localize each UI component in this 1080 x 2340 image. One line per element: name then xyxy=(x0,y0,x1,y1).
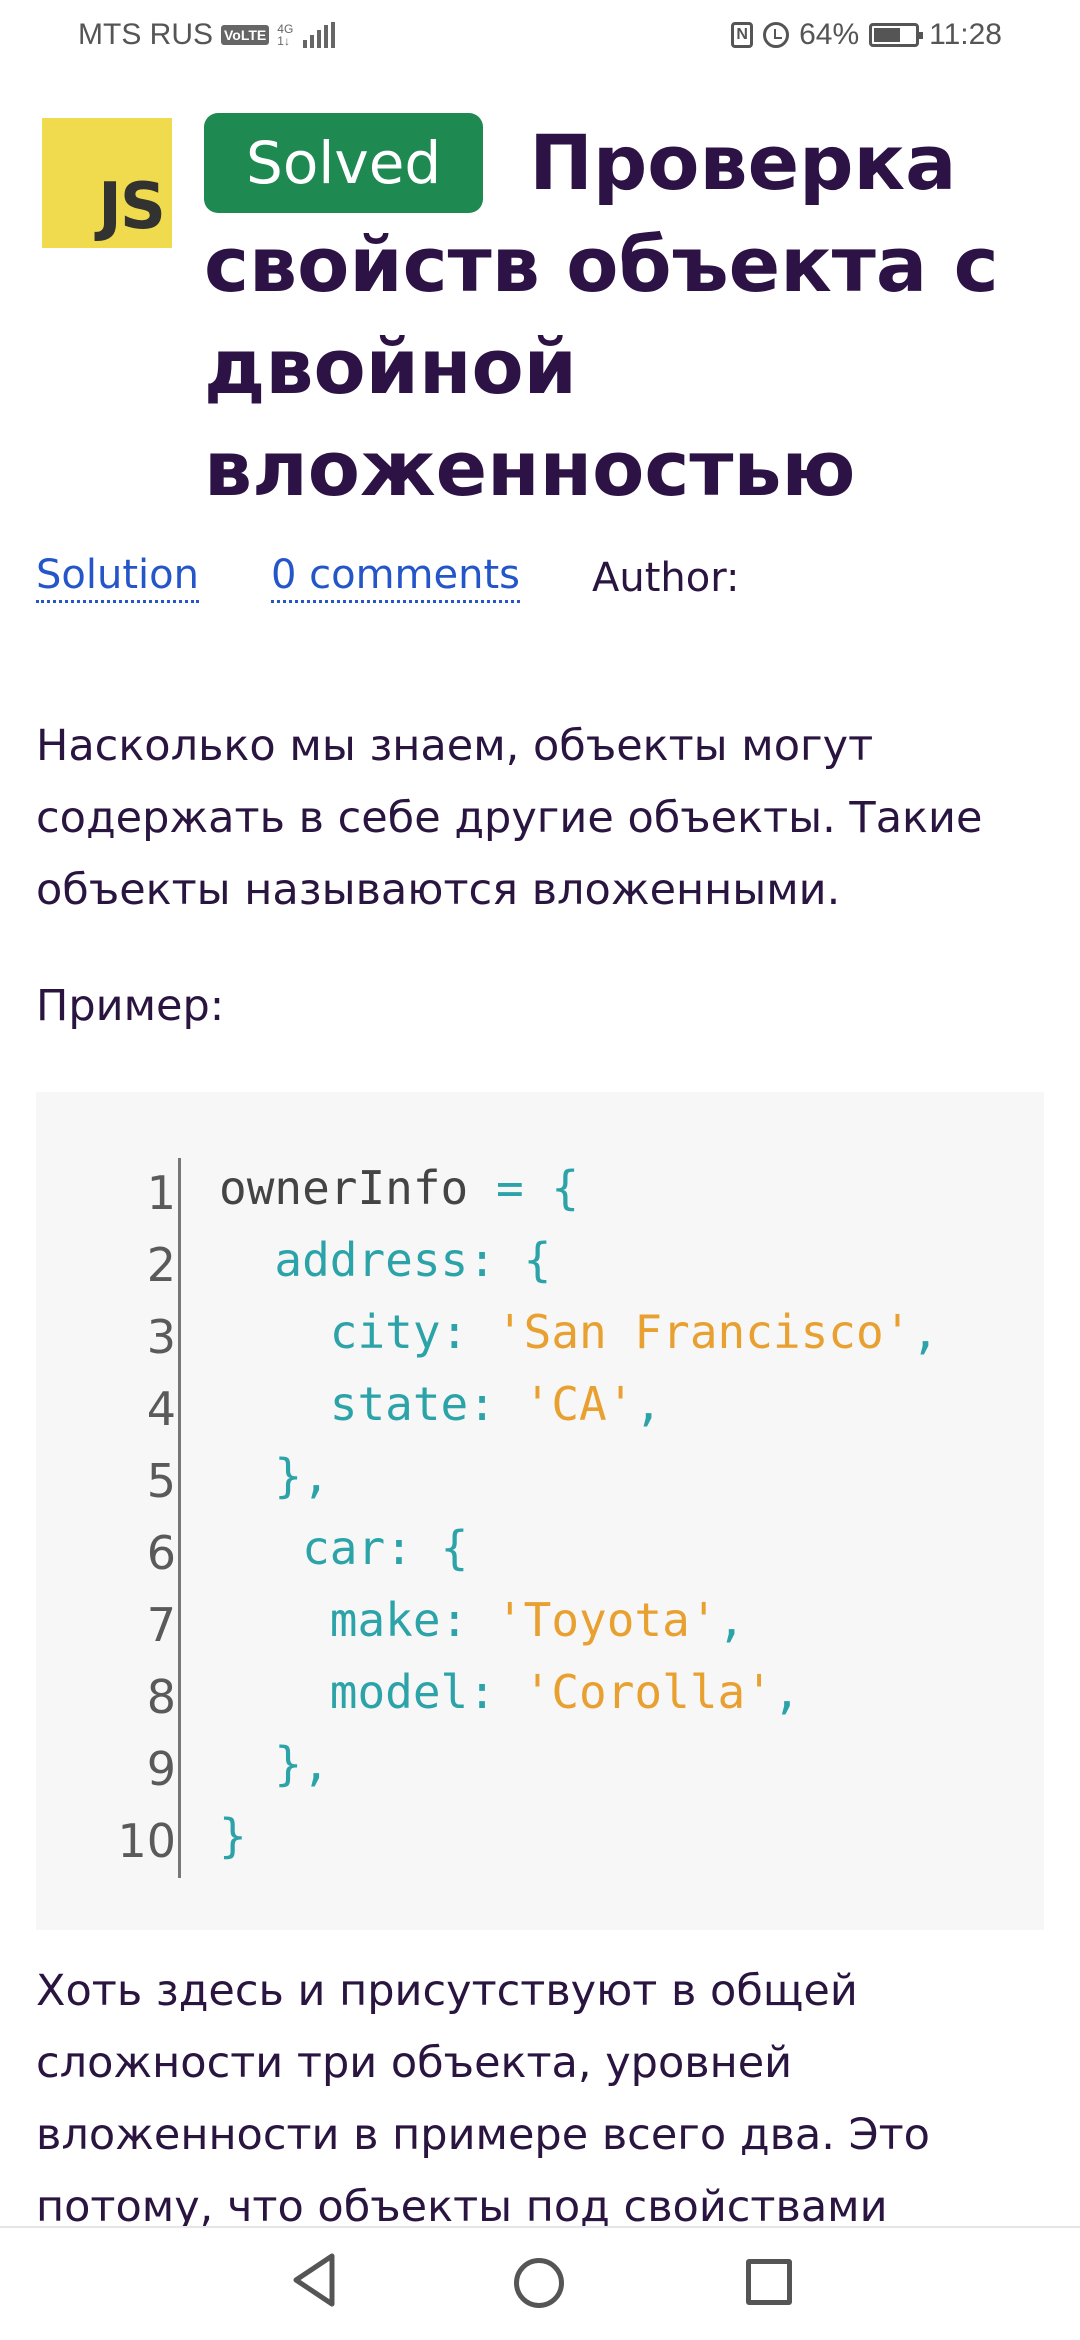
gutter-divider xyxy=(178,1158,181,1878)
line-number: 6 xyxy=(146,1526,176,1580)
code-token: 'San Francisco' xyxy=(495,1305,912,1359)
code-lines: ownerInfo = { address: { city: 'San Fran… xyxy=(219,1152,939,1872)
code-token: , xyxy=(717,1593,746,1647)
meta-row: Solution 0 comments Author: xyxy=(36,552,739,603)
line-number: 4 xyxy=(146,1382,176,1436)
nfc-icon: N xyxy=(731,22,754,48)
code-line: } xyxy=(219,1800,939,1872)
code-line: city: 'San Francisco', xyxy=(219,1296,939,1368)
solution-link[interactable]: Solution xyxy=(36,552,199,603)
line-number: 10 xyxy=(117,1814,176,1868)
code-token: 'Corolla' xyxy=(523,1665,773,1719)
code-token: model: xyxy=(329,1665,524,1719)
battery-fill xyxy=(874,28,901,42)
line-number: 3 xyxy=(146,1310,176,1364)
line-number: 5 xyxy=(146,1454,176,1508)
comments-link[interactable]: 0 comments xyxy=(270,552,520,603)
code-line: make: 'Toyota', xyxy=(219,1584,939,1656)
line-number: 9 xyxy=(146,1742,176,1796)
alarm-icon xyxy=(763,22,790,48)
code-token: } xyxy=(219,1809,247,1863)
code-token: , xyxy=(772,1665,801,1719)
carrier-name: MTS RUS xyxy=(78,18,213,51)
line-number: 1 xyxy=(146,1166,176,1220)
network-activity: 1↓ xyxy=(277,34,290,48)
code-token: ownerInfo xyxy=(219,1161,496,1215)
back-icon[interactable] xyxy=(288,2250,340,2310)
home-icon[interactable] xyxy=(514,2258,564,2308)
volte-icon: VoLTE xyxy=(221,25,270,45)
page: MTS RUS VoLTE 4G 1↓ N 64% 11:28 JS Solve… xyxy=(0,0,1080,2340)
code-token: state: xyxy=(329,1377,524,1431)
page-title-block: Solved Проверка свойств объекта с двойной… xyxy=(204,112,1044,520)
code-token: }, xyxy=(274,1449,330,1503)
solved-badge: Solved xyxy=(204,113,484,213)
line-numbers: 1 2 3 4 5 6 7 8 9 10 xyxy=(36,1157,176,1877)
line-number: 7 xyxy=(146,1598,176,1652)
navigation-bar xyxy=(0,2226,1080,2340)
code-token: , xyxy=(634,1377,663,1431)
signal-icon xyxy=(303,22,336,48)
code-token: = { xyxy=(495,1161,580,1215)
code-token: , xyxy=(911,1305,940,1359)
example-label: Пример: xyxy=(36,981,225,1031)
status-left: MTS RUS VoLTE 4G 1↓ xyxy=(78,18,336,52)
code-token: }, xyxy=(274,1737,330,1791)
code-token: 'CA' xyxy=(523,1377,635,1431)
code-line: ownerInfo = { xyxy=(219,1152,939,1224)
code-token: make: xyxy=(329,1593,496,1647)
code-line: car: { xyxy=(219,1512,939,1584)
code-line: }, xyxy=(219,1440,939,1512)
clock: 11:28 xyxy=(929,18,1002,51)
code-token: 'Toyota' xyxy=(495,1593,718,1647)
line-number: 8 xyxy=(146,1670,176,1724)
code-block: 1 2 3 4 5 6 7 8 9 10 ownerInfo = { address: { cit… xyxy=(36,1092,1044,1930)
recents-icon[interactable] xyxy=(746,2259,792,2305)
code-token: address: { xyxy=(274,1233,552,1287)
code-line: model: 'Corolla', xyxy=(219,1656,939,1728)
explanation-paragraph: Хоть здесь и присутствуют в общей сложно… xyxy=(36,1966,930,2232)
network-type-icon: 4G 1↓ xyxy=(277,23,293,47)
status-bar: MTS RUS VoLTE 4G 1↓ N 64% 11:28 xyxy=(0,0,1080,72)
status-right: N 64% 11:28 xyxy=(731,18,1002,52)
line-number: 2 xyxy=(146,1238,176,1292)
code-line: state: 'CA', xyxy=(219,1368,939,1440)
author-label: Author: xyxy=(592,554,740,601)
code-line: address: { xyxy=(219,1224,939,1296)
code-token: city: xyxy=(329,1305,496,1359)
code-token: car: { xyxy=(302,1521,469,1575)
js-logo: JS xyxy=(42,118,172,248)
intro-paragraph: Насколько мы знаем, объекты могут содерж… xyxy=(36,721,983,915)
code-line: }, xyxy=(219,1728,939,1800)
js-logo-text: JS xyxy=(98,170,166,244)
battery-icon xyxy=(869,23,924,47)
battery-percent: 64% xyxy=(799,18,860,51)
